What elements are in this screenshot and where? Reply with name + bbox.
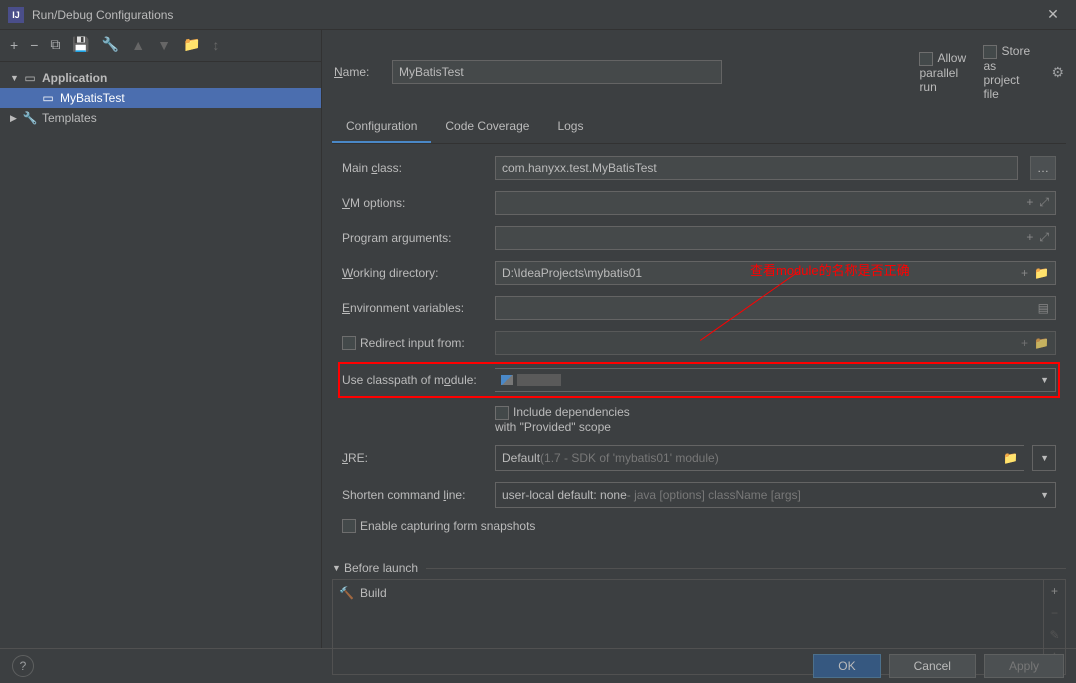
ok-button[interactable]: OK <box>813 654 880 678</box>
folder-icon[interactable]: 📁 <box>1003 451 1018 465</box>
app-icon: IJ <box>8 7 24 23</box>
jre-caret-button[interactable]: ▼ <box>1032 445 1056 471</box>
snapshots-checkbox[interactable]: Enable capturing form snapshots <box>342 519 535 534</box>
shorten-label: Shorten command line: <box>342 488 487 502</box>
edit-icon[interactable]: ✎ <box>1049 628 1059 642</box>
vm-options-label: VM options: <box>342 196 487 210</box>
wrench-icon[interactable]: 🔧 <box>102 36 119 53</box>
allow-parallel-checkbox[interactable]: Allow parallel run <box>919 51 969 94</box>
folder-icon[interactable]: 📁 <box>183 36 200 53</box>
tab-logs[interactable]: Logs <box>543 111 597 143</box>
plus-icon[interactable]: + <box>1026 230 1033 245</box>
build-item[interactable]: 🔨 Build <box>339 584 1037 602</box>
jre-label: JRE: <box>342 451 487 465</box>
tree-mybatistest[interactable]: ▭ MyBatisTest <box>0 88 321 108</box>
store-project-checkbox[interactable]: Store as project file <box>983 44 1033 101</box>
folder-icon[interactable]: 📁 <box>1034 336 1049 350</box>
program-args-label: Program arguments: <box>342 231 487 245</box>
list-icon[interactable]: ▤ <box>1038 301 1049 315</box>
include-provided-checkbox[interactable]: Include dependencies with "Provided" sco… <box>495 405 640 434</box>
expand-icon[interactable]: ⤢ <box>1039 195 1049 210</box>
before-launch-title: Before launch <box>344 561 418 575</box>
tree-node-label: MyBatisTest <box>60 91 125 105</box>
tab-code-coverage[interactable]: Code Coverage <box>431 111 543 143</box>
name-input[interactable] <box>392 60 722 84</box>
wrench-icon: 🔧 <box>22 112 38 124</box>
plus-icon[interactable]: + <box>1021 266 1028 280</box>
main-class-label: Main class: <box>342 161 487 175</box>
classpath-label: Use classpath of module: <box>342 373 487 387</box>
chevron-down-icon: ▼ <box>1040 490 1049 500</box>
classpath-row: Use classpath of module: ▼ <box>342 366 1056 394</box>
env-vars-input[interactable]: ▤ <box>495 296 1056 320</box>
down-icon[interactable]: ▼ <box>157 37 171 53</box>
chevron-down-icon[interactable]: ▼ <box>10 73 22 83</box>
chevron-down-icon: ▼ <box>332 563 344 573</box>
chevron-down-icon: ▼ <box>1040 453 1049 463</box>
redirect-input-field[interactable]: +📁 <box>495 331 1056 355</box>
window-title: Run/Debug Configurations <box>32 8 1038 22</box>
before-launch-header[interactable]: ▼ Before launch <box>332 557 1066 579</box>
module-icon <box>501 375 513 385</box>
module-name-blurred <box>517 374 561 386</box>
tabs: Configuration Code Coverage Logs <box>332 111 1066 144</box>
application-icon: ▭ <box>22 72 38 84</box>
plus-icon[interactable]: + <box>1021 336 1028 350</box>
help-button[interactable]: ? <box>12 655 34 677</box>
tree-application[interactable]: ▼ ▭ Application <box>0 68 321 88</box>
titlebar: IJ Run/Debug Configurations ✕ <box>0 0 1076 30</box>
program-args-input[interactable]: +⤢ <box>495 226 1056 250</box>
chevron-down-icon: ▼ <box>1040 375 1049 385</box>
run-config-icon: ▭ <box>40 92 56 104</box>
sort-icon[interactable]: ↕ <box>212 37 219 53</box>
folder-icon[interactable]: 📁 <box>1034 266 1049 280</box>
copy-icon[interactable]: ⧉ <box>50 36 60 53</box>
tree-templates[interactable]: ▶ 🔧 Templates <box>0 108 321 128</box>
classpath-dropdown[interactable]: ▼ <box>495 368 1056 392</box>
tree-node-label: Application <box>42 71 107 85</box>
gear-icon[interactable]: ⚙ <box>1051 64 1064 81</box>
jre-dropdown[interactable]: Default (1.7 - SDK of 'mybatis01' module… <box>495 445 1024 471</box>
remove-icon[interactable]: − <box>1051 606 1058 620</box>
tab-configuration[interactable]: Configuration <box>332 111 431 143</box>
annotation-text: 查看module的名称是否正确 <box>750 260 910 279</box>
name-label: Name: <box>334 65 384 79</box>
add-icon[interactable]: + <box>10 37 18 53</box>
plus-icon[interactable]: + <box>1026 195 1033 210</box>
main-class-input[interactable] <box>495 156 1018 180</box>
build-label: Build <box>360 586 387 600</box>
apply-button[interactable]: Apply <box>984 654 1064 678</box>
add-icon[interactable]: + <box>1051 584 1058 598</box>
close-icon[interactable]: ✕ <box>1038 6 1068 23</box>
up-icon[interactable]: ▲ <box>131 37 145 53</box>
env-vars-label: Environment variables: <box>342 301 487 315</box>
hammer-icon: 🔨 <box>339 586 354 600</box>
browse-main-class-button[interactable]: … <box>1030 156 1056 180</box>
save-icon[interactable]: 💾 <box>72 36 89 53</box>
shorten-dropdown[interactable]: user-local default: none - java [options… <box>495 482 1056 508</box>
tree-node-label: Templates <box>42 111 97 125</box>
config-toolbar: + − ⧉ 💾 🔧 ▲ ▼ 📁 ↕ <box>0 36 321 62</box>
remove-icon[interactable]: − <box>30 37 38 53</box>
expand-icon[interactable]: ⤢ <box>1039 230 1049 245</box>
working-dir-label: Working directory: <box>342 266 487 280</box>
config-tree: ▼ ▭ Application ▭ MyBatisTest ▶ 🔧 Templa… <box>0 62 321 648</box>
cancel-button[interactable]: Cancel <box>889 654 976 678</box>
vm-options-input[interactable]: +⤢ <box>495 191 1056 215</box>
redirect-input-label[interactable]: Redirect input from: <box>342 336 487 350</box>
chevron-right-icon[interactable]: ▶ <box>10 113 22 124</box>
